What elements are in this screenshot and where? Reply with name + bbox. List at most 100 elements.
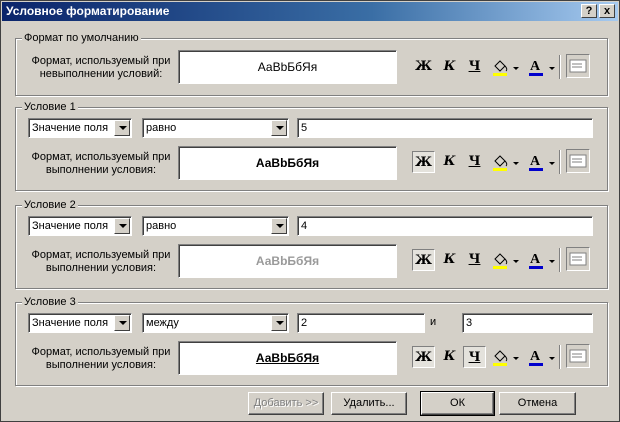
condition-1-format-label: Формат, используемый при выполнении усло… [26,151,176,177]
condition-1-type-value: Значение поля [32,122,109,134]
condition-3-operator-value: между [146,317,179,329]
fill-color-icon [493,253,519,269]
condition-1-operator-value: равно [146,122,177,134]
condition-3-format-label-line2: выполнении условия: [45,359,157,371]
underline-button[interactable]: Ч [463,56,486,78]
condition-2-label: Условие 2 [22,199,78,211]
condition-3-operator-dropdown[interactable]: между [142,313,289,333]
svg-text:A: A [530,59,541,74]
default-format-group: Формат по умолчанию Формат, используемый… [15,32,608,96]
condition-2-format-label-line2: выполнении условия: [45,262,157,274]
condition-1-format-label-line2: выполнении условия: [45,164,157,176]
chevron-down-icon[interactable] [271,218,287,234]
ok-button[interactable]: ОК [420,391,495,416]
condition-3-value1-input[interactable]: 2 [297,313,425,333]
italic-button[interactable]: К [438,249,461,271]
border-icon [569,154,587,168]
fill-color-button[interactable] [489,249,521,271]
bold-button[interactable]: Ж [412,56,435,78]
default-format-preview: АаВbБбЯя [178,50,397,84]
border-icon [569,59,587,73]
fill-color-button[interactable] [489,346,521,368]
condition-3-type-value: Значение поля [32,317,109,329]
toolbar-separator [559,150,561,174]
title-bar: Условное форматирование ? x [2,2,618,21]
chevron-down-icon[interactable] [114,315,130,331]
toolbar-separator [559,55,561,79]
condition-3-and-label: и [430,316,437,328]
condition-1-format-label-line1: Формат, используемый при [31,151,171,163]
help-button[interactable]: ? [581,4,597,18]
underline-button[interactable]: Ч [463,346,486,368]
condition-2-value-input[interactable]: 4 [297,216,593,236]
condition-1-operator-dropdown[interactable]: равно [142,118,289,138]
border-button[interactable] [566,54,590,78]
close-button[interactable]: x [599,4,615,18]
font-color-button[interactable]: A [525,151,557,173]
default-format-label-line1: Формат, используемый при [31,55,171,67]
fill-color-button[interactable] [489,56,521,78]
fill-color-icon [493,60,519,76]
default-format-label: Формат, используемый при невыполнении ус… [26,55,176,81]
condition-1-label: Условие 1 [22,101,78,113]
delete-button[interactable]: Удалить... [331,392,407,415]
bold-button[interactable]: Ж [412,151,435,173]
toolbar-separator [559,248,561,272]
chevron-down-icon[interactable] [271,315,287,331]
border-icon [569,349,587,363]
border-button[interactable] [566,344,590,368]
svg-text:A: A [530,252,541,267]
conditional-formatting-dialog: Условное форматирование ? x Формат по ум… [0,0,620,422]
border-icon [569,252,587,266]
underline-button[interactable]: Ч [463,249,486,271]
fill-color-icon [493,350,519,366]
condition-3-preview: АаВbБбЯя [178,341,397,375]
border-button[interactable] [566,247,590,271]
fill-color-button[interactable] [489,151,521,173]
condition-3-value2-input[interactable]: 3 [462,313,593,333]
svg-text:A: A [530,154,541,169]
chevron-down-icon[interactable] [271,120,287,136]
condition-3-type-dropdown[interactable]: Значение поля [28,313,132,333]
condition-2-operator-value: равно [146,220,177,232]
toolbar-separator [559,345,561,369]
bold-button[interactable]: Ж [412,249,435,271]
condition-2-type-dropdown[interactable]: Значение поля [28,216,132,236]
font-color-button[interactable]: A [525,56,557,78]
add-button[interactable]: Добавить >> [248,392,324,415]
condition-1-type-dropdown[interactable]: Значение поля [28,118,132,138]
underline-button[interactable]: Ч [463,151,486,173]
condition-1-value-input[interactable]: 5 [297,118,593,138]
condition-3-format-label: Формат, используемый при выполнении усло… [26,346,176,372]
font-color-button[interactable]: A [525,249,557,271]
font-color-button[interactable]: A [525,346,557,368]
condition-2-preview: АаВbБбЯя [178,244,397,278]
italic-button[interactable]: К [438,56,461,78]
condition-2-type-value: Значение поля [32,220,109,232]
font-color-icon: A [529,59,555,76]
chevron-down-icon[interactable] [114,218,130,234]
condition-3-label: Условие 3 [22,296,78,308]
italic-button[interactable]: К [438,346,461,368]
default-format-label-line2: невыполнении условий: [39,68,163,80]
fill-color-icon [493,155,519,171]
condition-1-preview: АаВbБбЯя [178,146,397,180]
condition-2-group: Условие 2 Значение поля равно 4 Формат, … [15,199,608,289]
cancel-button[interactable]: Отмена [499,392,576,415]
condition-2-format-label: Формат, используемый при выполнении усло… [26,249,176,275]
border-button[interactable] [566,149,590,173]
dialog-title: Условное форматирование [6,4,170,18]
condition-3-group: Условие 3 Значение поля между 2 и 3 Форм… [15,296,608,386]
condition-2-format-label-line1: Формат, используемый при [31,249,171,261]
default-format-group-label: Формат по умолчанию [22,32,141,44]
font-color-icon: A [529,252,555,269]
chevron-down-icon[interactable] [114,120,130,136]
svg-text:A: A [530,349,541,364]
bold-button[interactable]: Ж [412,346,435,368]
condition-1-group: Условие 1 Значение поля равно 5 Формат, … [15,101,608,191]
condition-2-operator-dropdown[interactable]: равно [142,216,289,236]
condition-3-format-label-line1: Формат, используемый при [31,346,171,358]
font-color-icon: A [529,154,555,171]
font-color-icon: A [529,349,555,366]
italic-button[interactable]: К [438,151,461,173]
